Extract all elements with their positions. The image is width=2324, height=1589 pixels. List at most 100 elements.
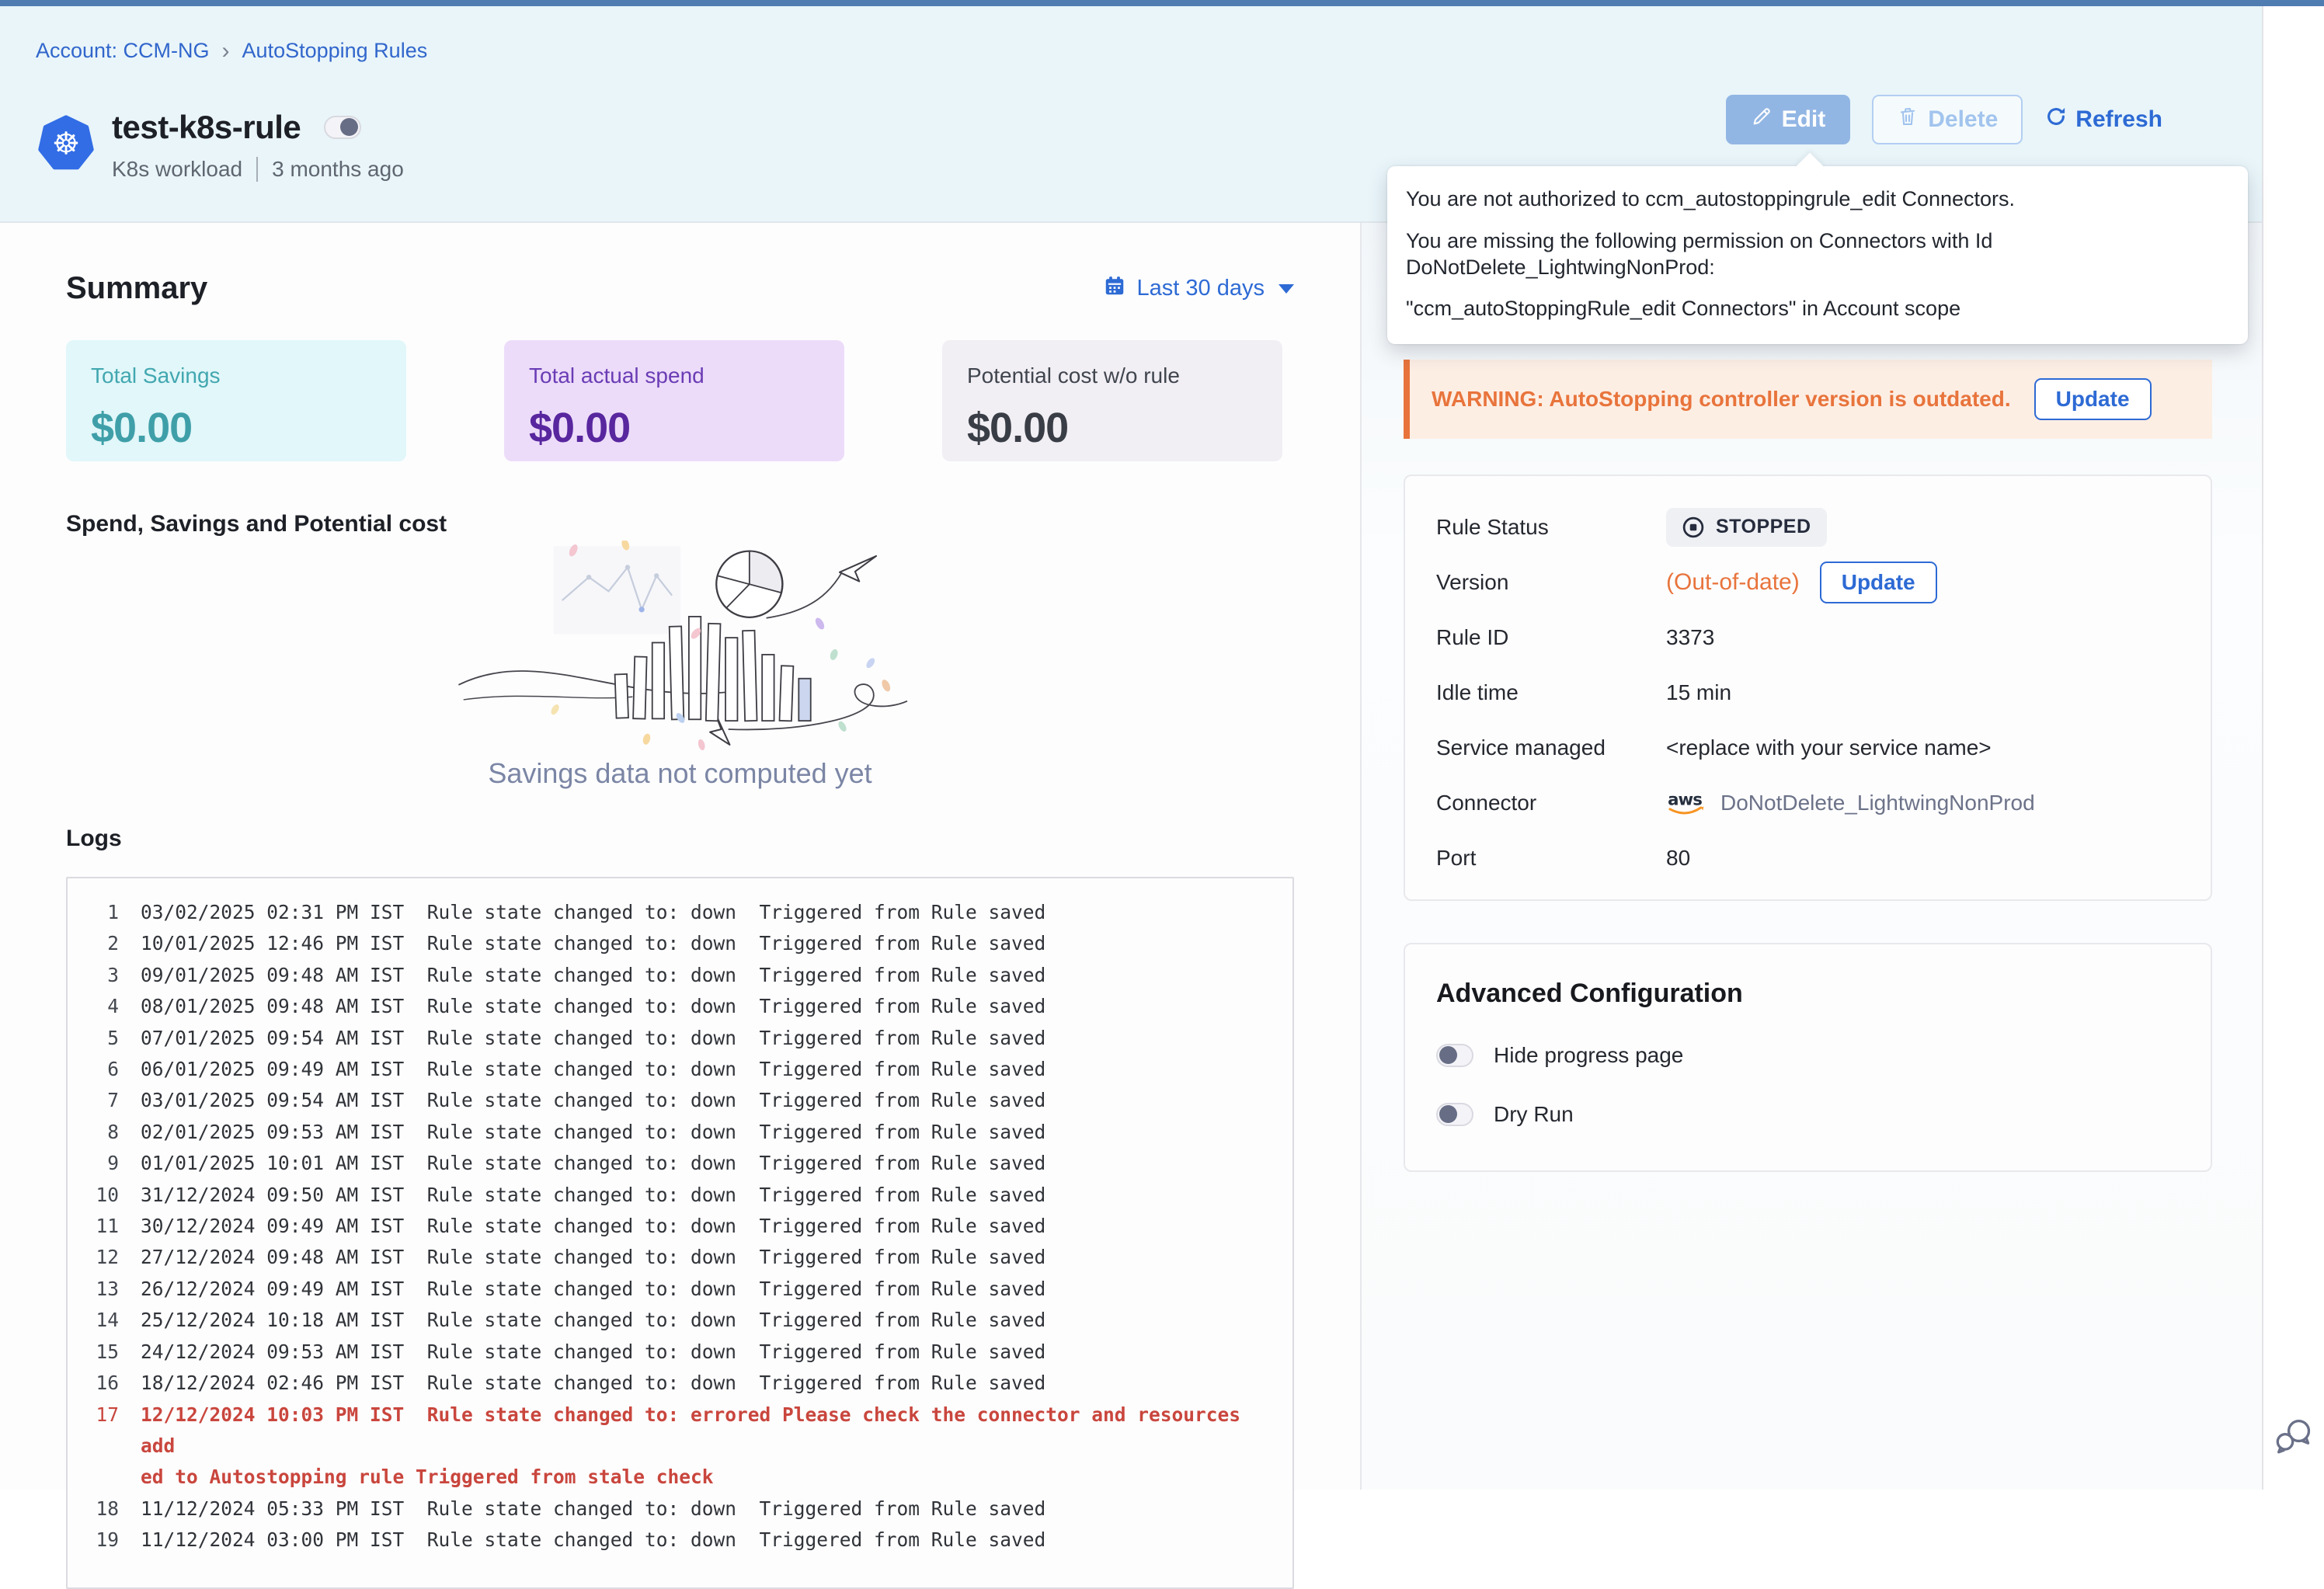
setting-toggle[interactable] [1436,1044,1473,1067]
controller-outdated-warning: WARNING: AutoStopping controller version… [1404,360,2212,439]
summary-panel: Summary [0,223,1362,1490]
rule-enabled-toggle[interactable] [324,116,361,139]
edit-button[interactable]: Edit [1726,95,1851,144]
log-line-number: 13 [68,1274,119,1305]
refresh-icon [2044,105,2068,134]
logs-viewer[interactable]: 1 03/02/2025 02:31 PM IST Rule state cha… [66,877,1294,1589]
version-value: (Out-of-date) [1666,569,1800,596]
log-line-number: 19 [68,1525,119,1556]
chat-help-button[interactable] [2274,1417,2315,1459]
log-row: 2 10/01/2025 12:46 PM IST Rule state cha… [68,928,1292,959]
log-line-text: 07/01/2025 09:54 AM IST Rule state chang… [141,1023,1292,1054]
summary-card-label: Potential cost w/o rule [967,363,1258,388]
advanced-toggles: Hide progress page Dry Run [1436,1043,2180,1127]
log-line-number: 10 [68,1180,119,1211]
rule-status-value: STOPPED [1716,516,1811,538]
savings-empty-state: Savings data not computed yet [424,541,937,790]
log-row: 11 30/12/2024 09:49 AM IST Rule state ch… [68,1211,1292,1242]
summary-title: Summary [66,271,207,306]
pencil-icon [1751,106,1773,134]
log-row: 14 25/12/2024 10:18 AM IST Rule state ch… [68,1305,1292,1336]
idle-time-label: Idle time [1436,680,1666,705]
summary-cards: Total Savings $0.00 Total actual spend $… [66,340,1294,461]
details-panel: Details WARNING: AutoStopping controller… [1362,223,2262,1490]
log-line-number: 14 [68,1305,119,1336]
top-accent-strip [0,0,2324,6]
warning-text: WARNING: AutoStopping controller version… [1432,387,2011,412]
log-row: 16 18/12/2024 02:46 PM IST Rule state ch… [68,1368,1292,1399]
tooltip-line-3: "ccm_autoStoppingRule_edit Connectors" i… [1406,296,2226,322]
permission-tooltip: You are not authorized to ccm_autostoppi… [1387,166,2248,344]
log-line-number: 15 [68,1337,119,1368]
refresh-button[interactable]: Refresh [2044,105,2162,134]
detail-row-rule-id: Rule ID 3373 [1436,610,2180,665]
setting-toggle[interactable] [1436,1103,1473,1126]
log-line-number: 12 [68,1242,119,1273]
date-range-selector[interactable]: Last 30 days [1103,274,1294,304]
breadcrumb-account-link[interactable]: Account: CCM-NG [36,39,210,63]
summary-card: Total Savings $0.00 [66,340,406,461]
header-actions: Edit Delete [1726,95,2162,144]
log-line-text: 01/01/2025 10:01 AM IST Rule state chang… [141,1148,1292,1179]
log-row: 1 03/02/2025 02:31 PM IST Rule state cha… [68,897,1292,928]
connector-value: DoNotDelete_LightwingNonProd [1720,791,2035,815]
toggle-knob [340,118,358,136]
log-line-number: 16 [68,1368,119,1399]
detail-row-rule-status: Rule Status STOPPED [1436,499,2180,555]
advanced-configuration-card: Advanced Configuration Hide progress pag… [1404,943,2212,1172]
rule-type-label: K8s workload [112,157,242,182]
log-line-number [68,1462,119,1493]
log-row: 13 26/12/2024 09:49 AM IST Rule state ch… [68,1274,1292,1305]
log-row: 17 12/12/2024 10:03 PM IST Rule state ch… [68,1400,1292,1462]
summary-card-value: $0.00 [529,404,819,452]
port-value: 80 [1666,846,1690,871]
log-line-text: 18/12/2024 02:46 PM IST Rule state chang… [141,1368,1292,1399]
log-row: 8 02/01/2025 09:53 AM IST Rule state cha… [68,1117,1292,1148]
log-line-text: 02/01/2025 09:53 AM IST Rule state chang… [141,1117,1292,1148]
svg-text:☸: ☸ [52,126,80,162]
detail-row-service-managed: Service managed <replace with your servi… [1436,720,2180,775]
log-line-number: 2 [68,928,119,959]
log-row: 19 11/12/2024 03:00 PM IST Rule state ch… [68,1525,1292,1556]
toggle-knob [1439,1105,1457,1123]
log-line-number: 18 [68,1493,119,1525]
toggle-row: Dry Run [1436,1102,2180,1127]
connector-label: Connector [1436,791,1666,815]
service-managed-label: Service managed [1436,735,1666,760]
calendar-icon [1103,274,1126,304]
log-line-text: 24/12/2024 09:53 AM IST Rule state chang… [141,1337,1292,1368]
log-line-text: 03/01/2025 09:54 AM IST Rule state chang… [141,1085,1292,1116]
tooltip-line-1: You are not authorized to ccm_autostoppi… [1406,186,2226,213]
chevron-down-icon [1279,284,1294,294]
savings-empty-message: Savings data not computed yet [424,757,937,790]
log-row: 4 08/01/2025 09:48 AM IST Rule state cha… [68,991,1292,1022]
warning-update-button[interactable]: Update [2034,378,2152,420]
trash-icon [1897,106,1919,134]
log-line-text: 08/01/2025 09:48 AM IST Rule state chang… [141,991,1292,1022]
advanced-configuration-title: Advanced Configuration [1436,979,2180,1009]
breadcrumb-autostopping-rules-link[interactable]: AutoStopping Rules [242,39,428,63]
toggle-label: Hide progress page [1494,1043,1683,1068]
delete-button[interactable]: Delete [1872,95,2023,144]
delete-button-label: Delete [1928,106,1998,133]
edit-button-label: Edit [1782,106,1826,133]
chart-section-title: Spend, Savings and Potential cost [66,511,1294,537]
log-line-text: 06/01/2025 09:49 AM IST Rule state chang… [141,1054,1292,1085]
log-line-number: 8 [68,1117,119,1148]
rule-status-label: Rule Status [1436,515,1666,540]
log-line-number: 6 [68,1054,119,1085]
breadcrumb: Account: CCM-NG › AutoStopping Rules [36,39,427,63]
log-row: 7 03/01/2025 09:54 AM IST Rule state cha… [68,1085,1292,1116]
idle-time-value: 15 min [1666,680,1731,705]
status-badge: STOPPED [1666,508,1827,547]
log-row: 5 07/01/2025 09:54 AM IST Rule state cha… [68,1023,1292,1054]
version-update-button[interactable]: Update [1820,562,1937,603]
version-label: Version [1436,570,1666,595]
log-line-text: 10/01/2025 12:46 PM IST Rule state chang… [141,928,1292,959]
log-row: 3 09/01/2025 09:48 AM IST Rule state cha… [68,960,1292,991]
date-range-label: Last 30 days [1137,276,1265,301]
kubernetes-icon: ☸ [37,115,95,176]
log-line-number: 3 [68,960,119,991]
summary-card-value: $0.00 [91,404,381,452]
log-line-text: 03/02/2025 02:31 PM IST Rule state chang… [141,897,1292,928]
